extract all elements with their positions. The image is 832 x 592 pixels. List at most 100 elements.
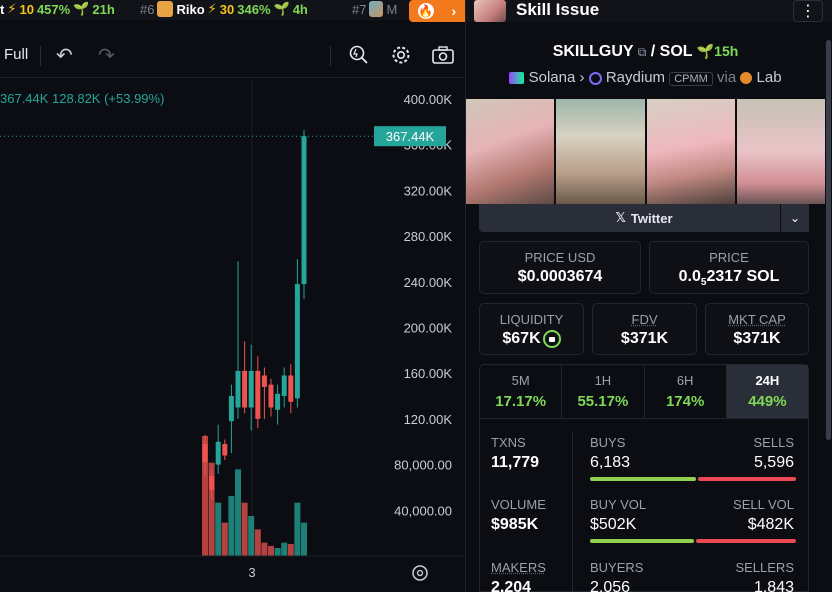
price-usd-card: PRICE USD $0.0003674 [479, 241, 641, 294]
sprout-icon: 🌱 [73, 1, 89, 17]
flame-icon: 🔥 [418, 3, 434, 19]
fdv-value: $371K [593, 330, 696, 348]
bolt-icon: ⚡ [208, 1, 217, 17]
makers-value: 2,204 [491, 579, 531, 592]
redo-icon[interactable]: ↷ [98, 43, 115, 68]
ticker-item[interactable]: #7 M [352, 1, 397, 17]
ticker-item[interactable]: #6 Riko ⚡ 30 346% 🌱 4h [140, 1, 308, 17]
mktcap-value: $371K [706, 330, 808, 348]
volume-bar [261, 543, 267, 556]
ticker-age: 4h [293, 2, 308, 17]
ticker-item[interactable]: t ⚡ 10 457% 🌱 21h [0, 1, 115, 17]
tab-24h[interactable]: 24H 449% [727, 365, 808, 418]
bolt-icon: ⚡ [7, 1, 16, 17]
dex-name[interactable]: Raydium [606, 69, 665, 86]
buyers-value: 2,056 [590, 579, 630, 592]
candle-body [302, 136, 307, 284]
sell-vol-label: SELL VOL [733, 497, 794, 512]
price-chart[interactable]: 400.00K360.00K320.00K280.00K240.00K200.0… [0, 80, 465, 592]
volume-bar [222, 523, 228, 556]
ticker-age: 21h [92, 2, 114, 17]
volume-bar [215, 503, 221, 556]
ticker-boost: 30 [220, 2, 234, 17]
scrollbar[interactable] [826, 40, 831, 440]
volume-bar [255, 529, 261, 556]
price-native-label: PRICE [650, 250, 808, 265]
buy-vol-label: BUY VOL [590, 497, 646, 512]
chevron-right-icon: › [580, 69, 589, 86]
ticker-symbol: t [0, 2, 4, 17]
buyers-label: BUYERS [590, 560, 643, 575]
pair-info-panel: Skill Issue ⋮ SKILLGUY ⧉ / SOL 🌱15h Sola… [465, 0, 832, 592]
txns-label: TXNS [491, 435, 526, 450]
pair-avatar [474, 0, 506, 22]
via-name[interactable]: Lab [757, 69, 782, 86]
camera-icon[interactable] [430, 42, 456, 68]
quick-search-icon[interactable] [346, 42, 372, 68]
timeframe-tabs: 5M 17.17% 1H 55.17% 6H 174% 24H 449% [479, 364, 809, 419]
candle-body [209, 476, 214, 490]
tab-1h[interactable]: 1H 55.17% [562, 365, 644, 418]
tab-5m[interactable]: 5M 17.17% [480, 365, 562, 418]
current-price-label: 367.44K [386, 129, 435, 144]
lock-icon[interactable] [543, 330, 561, 348]
full-history-button[interactable]: Full [4, 46, 28, 63]
sells-label: SELLS [754, 435, 794, 450]
volume-bar [248, 516, 254, 556]
pair-age: 15h [714, 43, 738, 59]
candle-body [249, 371, 254, 408]
tab-6h[interactable]: 6H 174% [645, 365, 727, 418]
txns-value: 11,779 [491, 454, 539, 472]
quote-symbol: SOL [660, 43, 693, 60]
price-native-card: PRICE 0.052317 SOL [649, 241, 809, 294]
x-logo-icon: 𝕏 [615, 210, 625, 226]
volume-bar [275, 548, 281, 556]
toolbar-divider [40, 46, 41, 66]
makers-label: MAKERS [491, 560, 546, 575]
twitter-label: Twitter [631, 211, 673, 226]
x-tick-label: 3 [248, 565, 255, 580]
solana-icon [509, 72, 524, 84]
trending-toggle-button[interactable]: 🔥 › [409, 0, 465, 22]
liquidity-label: LIQUIDITY [480, 312, 583, 327]
settings-circle-icon[interactable] [413, 566, 427, 580]
volume-bar [235, 469, 241, 556]
undo-icon[interactable]: ↶ [56, 43, 73, 68]
candle-body [222, 444, 227, 455]
buys-bar [590, 477, 696, 481]
chevron-right-icon: › [451, 3, 456, 19]
candle-body [203, 444, 208, 462]
chart-toolbar: Full ↶ ↷ [0, 37, 465, 75]
sell-vol-bar [696, 539, 796, 543]
chain-name[interactable]: Solana [529, 69, 576, 86]
ticker-boost: 10 [19, 2, 33, 17]
sells-value: 5,596 [754, 454, 794, 472]
sell-vol-value: $482K [748, 516, 794, 534]
token-avatar [369, 1, 383, 17]
candle-body [242, 371, 247, 408]
gear-icon[interactable] [388, 42, 414, 68]
candle-body [236, 371, 241, 408]
candle-body [255, 371, 260, 419]
ticker-symbol: Riko [176, 2, 204, 17]
candle-body [282, 375, 287, 396]
twitter-link-button[interactable]: 𝕏 Twitter [479, 204, 809, 232]
raydium-icon [589, 72, 602, 85]
trending-ticker: t ⚡ 10 457% 🌱 21h #6 Riko ⚡ 30 346% 🌱 4h #7 … [0, 0, 465, 20]
copy-icon[interactable]: ⧉ [638, 45, 647, 59]
pair-title: SKILLGUY ⧉ / SOL 🌱15h [466, 43, 825, 61]
candle-body [262, 375, 267, 386]
chevron-down-icon[interactable]: ⌄ [780, 204, 809, 232]
y-tick-label: 200.00K [404, 321, 453, 336]
volume-bar [242, 503, 248, 556]
fdv-card: FDV $371K [592, 303, 697, 355]
pair-header-bar: Skill Issue ⋮ [466, 0, 832, 22]
buys-value: 6,183 [590, 454, 630, 472]
more-options-icon[interactable]: ⋮ [793, 0, 823, 22]
volume-bar [228, 496, 234, 556]
volume-value: $985K [491, 516, 538, 534]
candle-body [216, 442, 221, 465]
toolbar-divider-line [0, 77, 465, 78]
volume-bar [288, 544, 294, 556]
y-tick-label: 160.00K [404, 366, 453, 381]
